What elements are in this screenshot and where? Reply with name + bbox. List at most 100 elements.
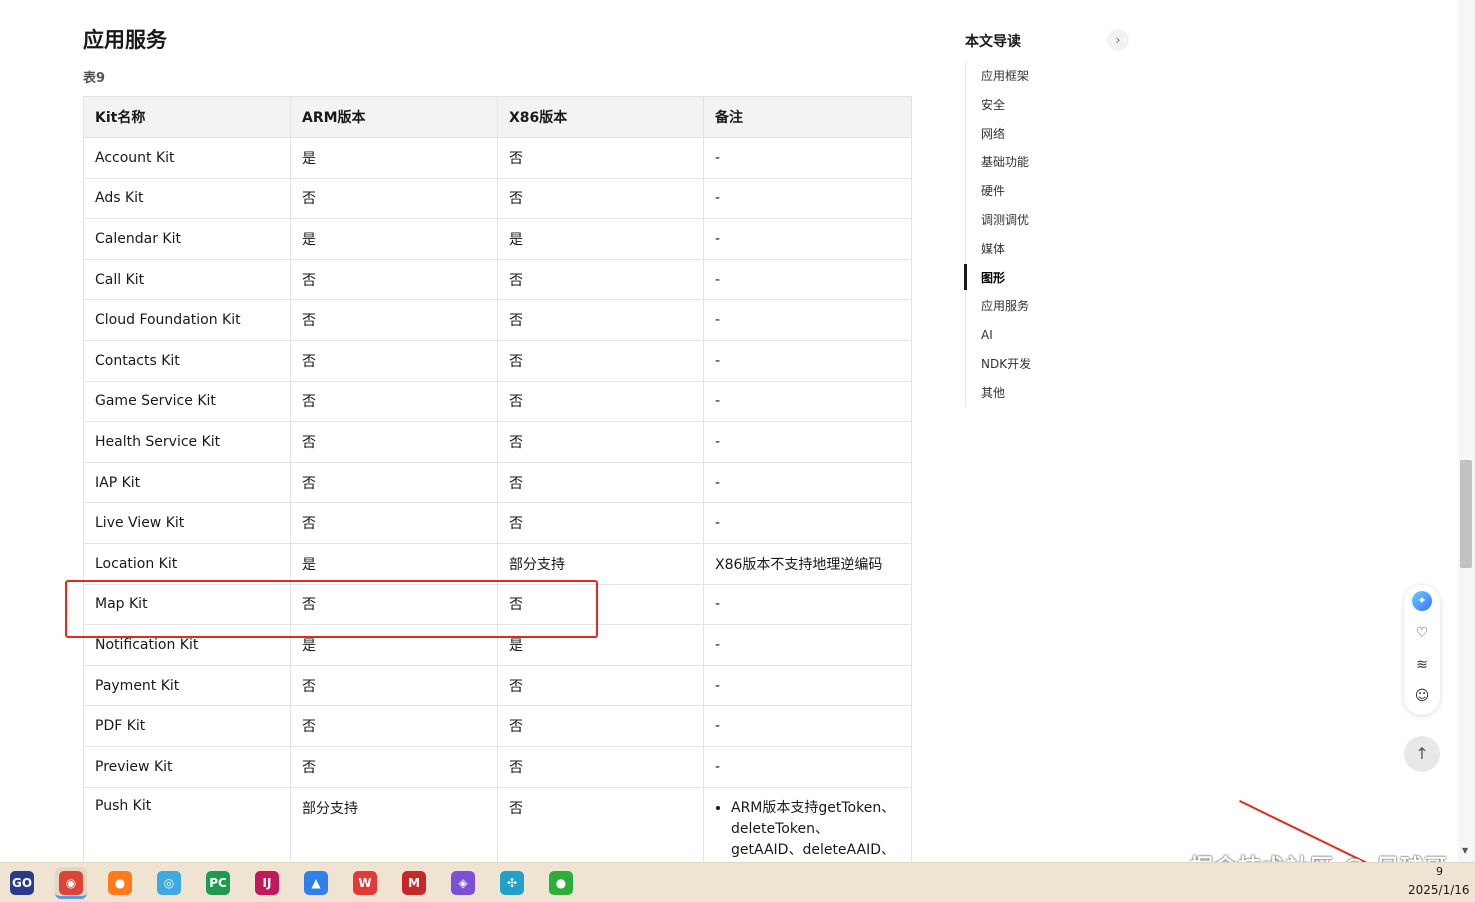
cell-note: - — [703, 299, 912, 341]
toc-item[interactable]: 基础功能 — [981, 148, 1031, 177]
wps-icon[interactable]: W — [349, 867, 381, 899]
cell-note: - — [703, 258, 912, 301]
cell-note: - — [703, 745, 912, 788]
chevron-right-icon[interactable]: › — [1107, 29, 1129, 51]
intellij-icon[interactable]: IJ — [251, 867, 283, 899]
cell-x86: 是 — [497, 218, 704, 260]
table-row: Health Service Kit 否否 - — [83, 421, 912, 463]
cell-note: - — [703, 624, 912, 666]
cell-x86: 否 — [497, 664, 704, 707]
cell-x86: 否 — [497, 421, 704, 463]
intellij-icon-glyph: IJ — [255, 871, 279, 895]
drive-icon-glyph: ▲ — [304, 871, 328, 895]
pycharm-icon-glyph: PC — [206, 871, 230, 895]
toc-list: 应用框架 安全 网络 基础功能 硬件 调测调优 媒体 图形 应用服务 AI NDK开发 其他 — [981, 62, 1031, 408]
cell-kit-name: Cloud Foundation Kit — [83, 299, 291, 341]
cell-arm: 部分支持 — [290, 786, 498, 862]
table-row: Live View Kit 否否 - — [83, 502, 912, 544]
toc-item[interactable]: NDK开发 — [981, 350, 1031, 379]
wechat-icon[interactable]: ● — [545, 867, 577, 899]
table-row: Location Kit 是部分支持 X86版本不支持地理逆编码 — [83, 542, 912, 585]
cell-kit-name: Contacts Kit — [83, 339, 291, 382]
cell-note: - — [703, 177, 912, 220]
toc-item[interactable]: 硬件 — [981, 177, 1031, 206]
table-row: Cloud Foundation Kit 否否 - — [83, 299, 912, 341]
wechat-icon-glyph: ● — [549, 871, 573, 895]
cell-x86: 否 — [497, 299, 704, 341]
pycharm-icon[interactable]: PC — [202, 867, 234, 899]
table-row: Payment Kit 否否 - — [83, 664, 912, 707]
cell-x86: 部分支持 — [497, 542, 704, 585]
browser-icon[interactable]: ◎ — [153, 867, 185, 899]
document-page: 应用服务 表9 Kit名称 ARM版本 X86版本 备注 Account Kit… — [0, 0, 1458, 862]
app-icon[interactable]: ◈ — [447, 867, 479, 899]
floating-toolbar: ✦ ♡ ≋ ☺ — [1404, 585, 1440, 715]
toc-item[interactable]: 其他 — [981, 379, 1031, 408]
table-row: Ads Kit 否否 - — [83, 177, 912, 220]
cell-note: - — [703, 137, 912, 179]
cell-arm: 否 — [290, 745, 498, 788]
table-row: Contacts Kit 否否 - — [83, 339, 912, 382]
cell-note: - — [703, 664, 912, 707]
cell-note: ARM版本支持getToken、deleteToken、getAAID、dele… — [703, 786, 912, 862]
mcafee-icon[interactable]: M — [398, 867, 430, 899]
pinwheel-icon-glyph: ✣ — [500, 871, 524, 895]
toc-item[interactable]: 网络 — [981, 120, 1031, 149]
scrollbar-thumb[interactable] — [1460, 460, 1472, 568]
cell-note: - — [703, 502, 912, 544]
firefox-icon[interactable]: ● — [104, 867, 136, 899]
arrow-up-icon[interactable]: ↑ — [1404, 736, 1440, 772]
toc-item[interactable]: 图形 — [981, 264, 1031, 293]
pinwheel-icon[interactable]: ✣ — [496, 867, 528, 899]
table-header-row: Kit名称 ARM版本 X86版本 备注 — [83, 96, 912, 138]
cell-note: - — [703, 461, 912, 504]
watermark: 掘金技术社区 @ 足球哥 — [1190, 848, 1448, 862]
cell-arm: 否 — [290, 502, 498, 544]
chrome-icon[interactable]: ◉ — [55, 867, 87, 899]
toc-item[interactable]: 应用服务 — [981, 292, 1031, 321]
cell-x86: 否 — [497, 380, 704, 423]
cell-kit-name: Call Kit — [83, 258, 291, 301]
scrollbar[interactable] — [1458, 0, 1475, 862]
header-x86-version: X86版本 — [497, 96, 704, 138]
cell-x86: 否 — [497, 137, 704, 179]
mcafee-icon-glyph: M — [402, 871, 426, 895]
smiley-icon[interactable]: ☺ — [1412, 686, 1432, 706]
ai-assistant-icon[interactable]: ✦ — [1412, 591, 1432, 611]
cell-note: - — [703, 218, 912, 260]
cell-note: - — [703, 421, 912, 463]
scroll-down-icon[interactable]: ▼ — [1462, 846, 1468, 855]
toc-item[interactable]: 安全 — [981, 91, 1031, 120]
cell-kit-name: Location Kit — [83, 542, 291, 585]
table-row: Account Kit 是否 - — [83, 137, 912, 179]
cell-kit-name: Ads Kit — [83, 177, 291, 220]
cell-kit-name: Preview Kit — [83, 745, 291, 788]
toc-title: 本文导读 — [965, 34, 1021, 50]
drive-icon[interactable]: ▲ — [300, 867, 332, 899]
table-row: Preview Kit 否否 - — [83, 745, 912, 788]
clock-time: 9 — [1436, 865, 1443, 878]
goland-icon[interactable]: GO — [6, 867, 38, 899]
heart-link-icon[interactable]: ♡ — [1412, 623, 1432, 643]
toc-item[interactable]: AI — [981, 321, 1031, 350]
table-row-push-kit: Push Kit 部分支持 否 ARM版本支持getToken、deleteTo… — [83, 786, 912, 862]
toc-item[interactable]: 应用框架 — [981, 62, 1031, 91]
cell-kit-name: Game Service Kit — [83, 380, 291, 423]
cell-kit-name: Live View Kit — [83, 502, 291, 544]
taskbar: GO ◉ ● ◎ PC IJ ▲ W M ◈ ✣ ● — [0, 862, 1475, 902]
clock-date: 2025/1/16 — [1408, 883, 1470, 897]
cell-x86: 否 — [497, 502, 704, 544]
toc-item[interactable]: 调测调优 — [981, 206, 1031, 235]
cell-x86: 否 — [497, 258, 704, 301]
cell-arm: 否 — [290, 664, 498, 707]
cell-x86: 否 — [497, 745, 704, 788]
cell-arm: 否 — [290, 299, 498, 341]
kit-support-table: Kit名称 ARM版本 X86版本 备注 Account Kit 是否 - Ads K… — [83, 96, 912, 862]
layers-icon[interactable]: ≋ — [1412, 655, 1432, 675]
table-row: Calendar Kit 是是 - — [83, 218, 912, 260]
wps-icon-glyph: W — [353, 871, 377, 895]
firefox-icon-glyph: ● — [108, 871, 132, 895]
toc-item[interactable]: 媒体 — [981, 235, 1031, 264]
cell-arm: 否 — [290, 421, 498, 463]
note-bullet: ARM版本支持getToken、deleteToken、getAAID、dele… — [731, 798, 900, 861]
